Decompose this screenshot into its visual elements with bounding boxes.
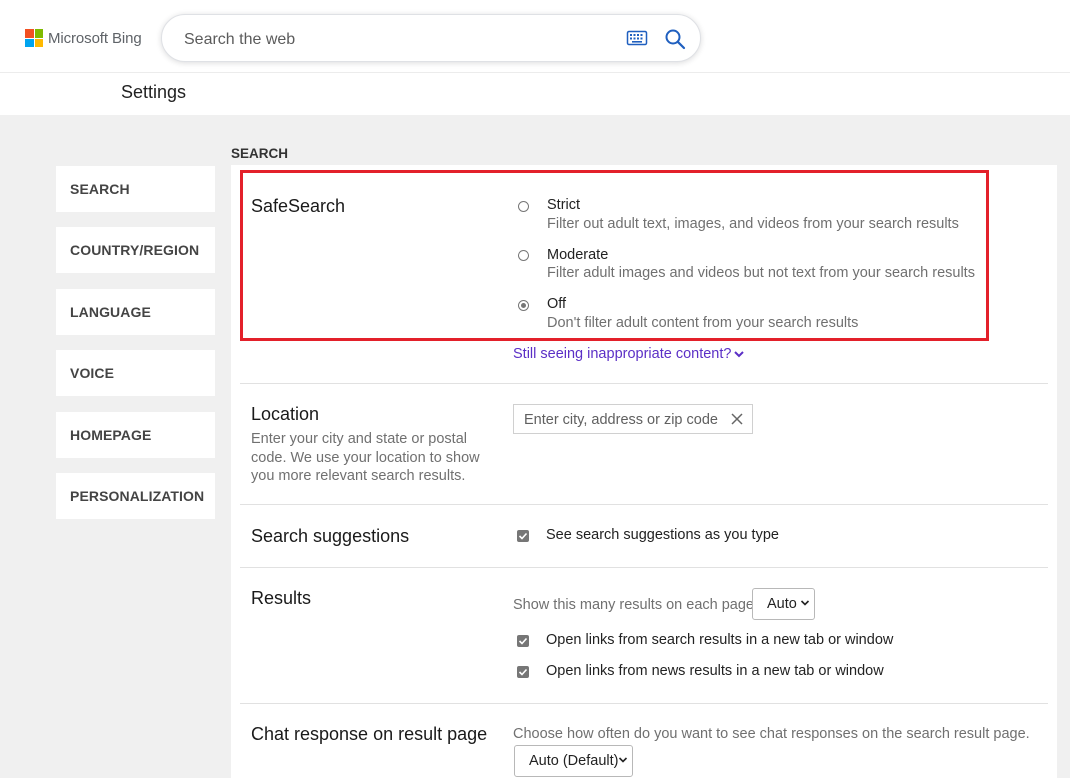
- search-box: [161, 14, 701, 62]
- settings-header: Settings: [0, 73, 1070, 115]
- sidebar-item-language[interactable]: LANGUAGE: [56, 289, 215, 335]
- off-description: Don't filter adult content from your sea…: [547, 315, 859, 331]
- off-label: Off: [547, 296, 567, 312]
- divider: [240, 703, 1048, 704]
- divider: [240, 567, 1048, 568]
- checkmark-icon: [518, 637, 528, 645]
- checkmark-icon: [518, 668, 528, 676]
- inappropriate-content-link[interactable]: Still seeing inappropriate content?: [513, 346, 731, 362]
- chat-description: Choose how often do you want to see chat…: [513, 726, 1030, 742]
- new-tab-news-label: Open links from news results in a new ta…: [546, 663, 884, 679]
- sidebar-item-personalization[interactable]: PERSONALIZATION: [56, 473, 215, 519]
- chat-frequency-select[interactable]: Auto (Default): [514, 745, 633, 777]
- radio-moderate[interactable]: [518, 250, 529, 261]
- keyboard-icon[interactable]: [626, 29, 648, 47]
- location-title: Location: [251, 404, 320, 424]
- chevron-down-icon[interactable]: [733, 349, 745, 359]
- sidebar-item-search[interactable]: SEARCH: [56, 166, 215, 212]
- microsoft-logo-icon: [25, 29, 43, 47]
- location-description: Enter your city and state or postal code…: [251, 431, 480, 484]
- sidebar-item-voice[interactable]: VOICE: [56, 350, 215, 396]
- radio-strict[interactable]: [518, 201, 529, 212]
- sidebar-item-homepage[interactable]: HOMEPAGE: [56, 412, 215, 458]
- suggestions-checkbox[interactable]: [517, 530, 529, 542]
- section-heading: SEARCH: [231, 146, 289, 161]
- brand-name: Microsoft Bing: [48, 29, 142, 47]
- top-bar: Microsoft Bing: [0, 0, 1070, 73]
- strict-description: Filter out adult text, images, and video…: [547, 216, 959, 232]
- results-count-label: Show this many results on each page: [513, 597, 754, 613]
- page-title: Settings: [121, 82, 187, 102]
- strict-label: Strict: [547, 197, 581, 213]
- chevron-down-icon: [800, 600, 810, 606]
- chat-title: Chat response on result page: [251, 724, 488, 744]
- search-input[interactable]: [182, 27, 606, 53]
- close-icon[interactable]: [730, 412, 744, 426]
- chat-frequency-value: Auto (Default): [529, 753, 619, 769]
- suggestions-title: Search suggestions: [251, 526, 410, 546]
- checkmark-icon: [518, 532, 528, 540]
- results-count-value: Auto: [767, 596, 797, 612]
- divider: [240, 504, 1048, 505]
- location-input[interactable]: [522, 410, 726, 430]
- search-icon[interactable]: [664, 28, 686, 50]
- moderate-description: Filter adult images and videos but not t…: [547, 265, 975, 281]
- radio-off[interactable]: [518, 300, 529, 311]
- moderate-label: Moderate: [547, 247, 609, 263]
- results-count-select[interactable]: Auto: [752, 588, 815, 620]
- bing-logo[interactable]: Microsoft Bing: [25, 29, 142, 47]
- location-field: [513, 404, 753, 434]
- results-title: Results: [251, 588, 312, 608]
- new-tab-search-label: Open links from search results in a new …: [546, 632, 894, 648]
- safesearch-title: SafeSearch: [251, 196, 346, 216]
- divider: [240, 383, 1048, 384]
- sidebar-item-country-region[interactable]: COUNTRY/REGION: [56, 227, 215, 273]
- new-tab-search-checkbox[interactable]: [517, 635, 529, 647]
- suggestions-checkbox-label: See search suggestions as you type: [546, 527, 779, 543]
- chevron-down-icon: [618, 757, 628, 763]
- new-tab-news-checkbox[interactable]: [517, 666, 529, 678]
